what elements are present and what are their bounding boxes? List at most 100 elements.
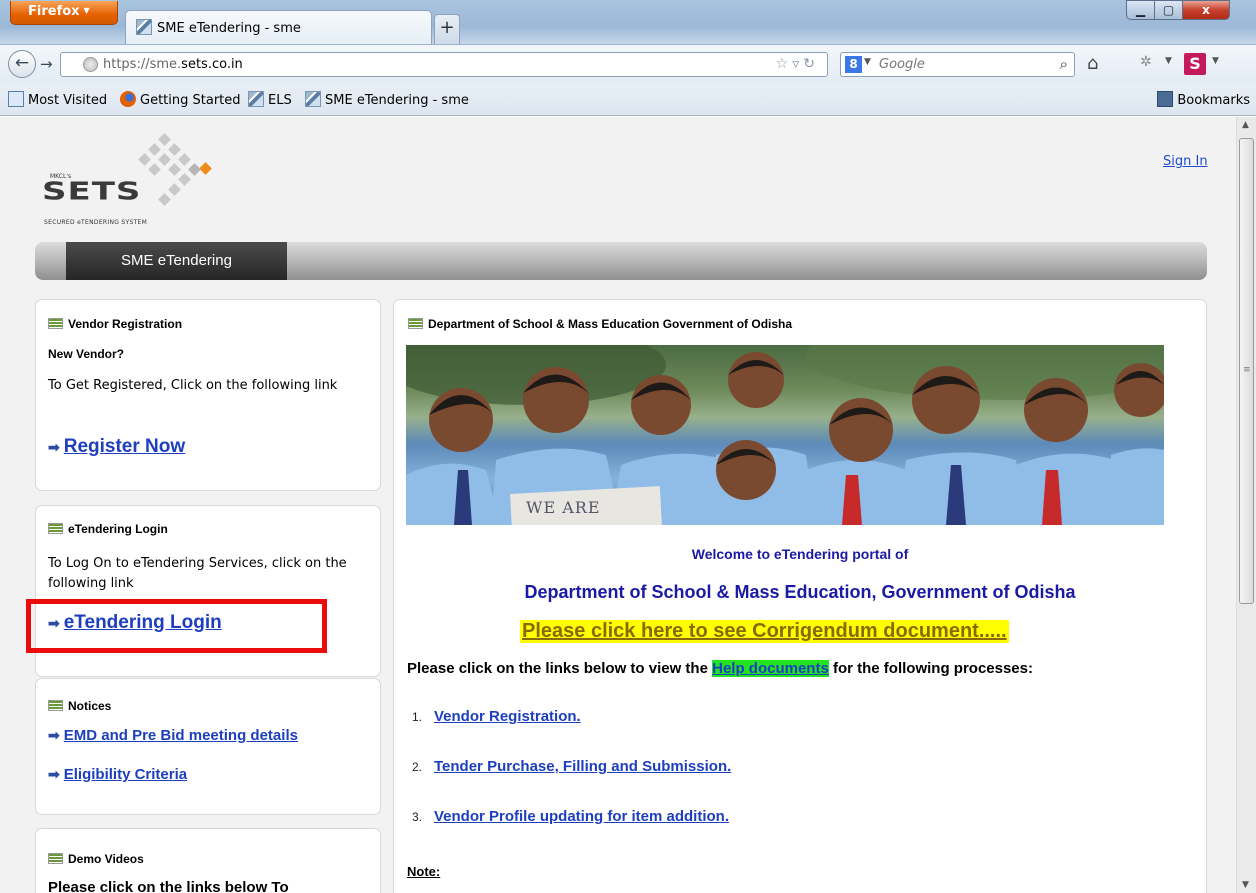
bookmark-label: Most Visited bbox=[28, 93, 108, 108]
eligibility-criteria-link[interactable]: ➡ Eligibility Criteria bbox=[48, 766, 187, 783]
page-favicon-icon bbox=[248, 91, 264, 107]
register-now-label: Register Now bbox=[63, 436, 186, 457]
help-documents-link[interactable]: Help documents bbox=[712, 660, 829, 677]
notices-panel: Notices ➡ EMD and Pre Bid meeting details… bbox=[35, 678, 381, 815]
back-arrow-icon[interactable]: ← bbox=[8, 50, 36, 78]
search-engine-dropdown-icon[interactable]: ▼ bbox=[864, 57, 871, 67]
welcome-line-1: Welcome to eTendering portal of bbox=[691, 546, 909, 562]
firefox-icon bbox=[120, 91, 136, 107]
bookmark-sme-etendering[interactable]: SME eTendering - sme bbox=[305, 91, 469, 108]
main-content-panel: Department of School & Mass Education Go… bbox=[393, 299, 1207, 893]
reload-icon[interactable]: ↻ bbox=[803, 56, 819, 72]
scroll-down-arrow-icon[interactable]: ▼ bbox=[1242, 880, 1249, 890]
logo-sets-text: SETS bbox=[42, 177, 142, 206]
list-number: 2. bbox=[412, 760, 423, 774]
url-text[interactable]: https://sme.sets.co.in bbox=[103, 57, 243, 72]
firefox-menu-button[interactable]: Firefox ▼ bbox=[10, 1, 118, 25]
note-label: Note: bbox=[407, 864, 441, 879]
notices-heading: Notices bbox=[48, 699, 111, 713]
maximize-button[interactable]: ▢ bbox=[1154, 0, 1183, 20]
help-instructions: Please click on the links below to view … bbox=[407, 660, 1033, 677]
url-prefix: https://sme. bbox=[103, 57, 182, 72]
bookmark-els[interactable]: ELS bbox=[248, 91, 292, 108]
most-visited-icon bbox=[8, 91, 24, 107]
star-bookmark-icon[interactable]: ☆ bbox=[776, 56, 793, 72]
grip-icon: ≡ bbox=[1243, 365, 1251, 375]
new-vendor-label: New Vendor? bbox=[48, 347, 125, 361]
site-nav-bar: SME eTendering bbox=[35, 242, 1207, 280]
navigation-toolbar: ← → https://sme.sets.co.in ☆▿↻ 8 ▼ Googl… bbox=[0, 44, 1256, 82]
addon-s-icon[interactable]: S bbox=[1184, 53, 1206, 75]
addon-puzzle-icon[interactable]: ✲ bbox=[1140, 54, 1152, 70]
vendor-registration-text: To Get Registered, Click on the followin… bbox=[48, 378, 338, 393]
list-number: 3. bbox=[412, 810, 423, 824]
search-engine-icon[interactable]: 8 bbox=[845, 56, 862, 73]
register-now-link[interactable]: ➡ Register Now bbox=[48, 436, 185, 458]
banner-sign-text: WE ARE bbox=[526, 498, 601, 517]
arrow-right-icon: ➡ bbox=[48, 727, 60, 743]
etendering-login-title: eTendering Login bbox=[68, 522, 168, 536]
chevron-down-icon[interactable]: ▼ bbox=[1212, 56, 1219, 66]
tender-purchase-help-link[interactable]: Tender Purchase, Filling and Submission. bbox=[434, 758, 731, 775]
list-number: 1. bbox=[412, 710, 423, 724]
department-heading: Department of School & Mass Education Go… bbox=[408, 317, 792, 331]
etendering-login-text: To Log On to eTendering Services, click … bbox=[48, 556, 347, 591]
vendor-profile-help-link[interactable]: Vendor Profile updating for item additio… bbox=[434, 808, 729, 825]
arrow-right-icon: ➡ bbox=[48, 439, 60, 455]
forward-arrow-icon[interactable]: → bbox=[40, 54, 60, 74]
minimize-button[interactable]: ▁ bbox=[1126, 0, 1155, 20]
panel-icon bbox=[48, 700, 63, 711]
address-bar[interactable]: https://sme.sets.co.in ☆▿↻ bbox=[60, 52, 828, 77]
site-identity-icon[interactable] bbox=[83, 57, 98, 72]
notices-title: Notices bbox=[68, 699, 112, 713]
etendering-login-heading: eTendering Login bbox=[48, 522, 168, 536]
close-window-button[interactable]: x bbox=[1182, 0, 1230, 20]
search-box[interactable]: 8 ▼ Google ⌕ bbox=[840, 52, 1075, 77]
help-instructions-prefix: Please click on the links below to view … bbox=[407, 660, 713, 677]
url-domain: sets.co.in bbox=[181, 57, 243, 72]
demo-videos-heading: Demo Videos bbox=[48, 852, 144, 866]
bookmark-label: Getting Started bbox=[140, 93, 241, 108]
page-favicon-icon bbox=[305, 91, 321, 107]
window-titlebar: Firefox ▼ SME eTendering - sme + ▁ ▢ x bbox=[0, 0, 1256, 44]
url-bar-icons: ☆▿↻ bbox=[776, 56, 819, 72]
vertical-scrollbar[interactable]: ▲ ≡ ▼ bbox=[1236, 117, 1256, 893]
bookmark-label: SME eTendering - sme bbox=[325, 93, 469, 108]
vendor-registration-heading: Vendor Registration bbox=[48, 317, 182, 331]
help-instructions-suffix: for the following processes: bbox=[828, 660, 1033, 677]
home-icon[interactable]: ⌂ bbox=[1087, 53, 1098, 74]
page-viewport: MKCL's SETS SECURED eTENDERING SYSTEM Si… bbox=[0, 117, 1236, 893]
emd-prebid-link[interactable]: ➡ EMD and Pre Bid meeting details bbox=[48, 727, 298, 744]
dropdown-arrow-icon[interactable]: ▿ bbox=[792, 56, 803, 72]
sign-in-link[interactable]: Sign In bbox=[1163, 154, 1208, 169]
panel-icon bbox=[48, 853, 63, 864]
scroll-up-arrow-icon[interactable]: ▲ bbox=[1242, 120, 1249, 130]
magnifier-icon[interactable]: ⌕ bbox=[1060, 55, 1068, 73]
browser-tab-active[interactable]: SME eTendering - sme bbox=[125, 10, 432, 44]
bookmarks-star-icon bbox=[1157, 91, 1174, 107]
arrow-right-icon: ➡ bbox=[48, 766, 60, 782]
new-tab-button[interactable]: + bbox=[434, 14, 460, 44]
demo-videos-text: Please click on the links below To bbox=[48, 879, 289, 893]
chevron-down-icon: ▼ bbox=[83, 6, 90, 15]
logo-tagline: SECURED eTENDERING SYSTEM bbox=[44, 219, 148, 226]
tab-title: SME eTendering - sme bbox=[157, 21, 301, 36]
scrollbar-thumb[interactable]: ≡ bbox=[1239, 138, 1254, 604]
students-banner-image: WE ARE bbox=[406, 345, 1164, 525]
firefox-menu-label: Firefox bbox=[28, 4, 80, 19]
login-highlight-box bbox=[26, 599, 327, 653]
bookmarks-menu-button[interactable]: Bookmarks bbox=[1157, 91, 1250, 108]
chevron-down-icon[interactable]: ▼ bbox=[1165, 56, 1172, 66]
bookmark-most-visited[interactable]: Most Visited bbox=[8, 91, 107, 108]
demo-videos-title: Demo Videos bbox=[68, 852, 144, 866]
vendor-registration-help-link[interactable]: Vendor Registration. bbox=[434, 708, 581, 725]
vendor-registration-panel: Vendor Registration New Vendor? To Get R… bbox=[35, 299, 381, 491]
demo-videos-panel: Demo Videos Please click on the links be… bbox=[35, 828, 381, 893]
bookmarks-toolbar: Most Visited Getting Started ELS SME eTe… bbox=[0, 82, 1256, 116]
help-list-item: 1. Vendor Registration. bbox=[412, 708, 581, 725]
page-favicon-icon bbox=[136, 19, 152, 35]
department-title: Department of School & Mass Education Go… bbox=[428, 317, 793, 331]
bookmark-getting-started[interactable]: Getting Started bbox=[120, 91, 241, 108]
corrigendum-link[interactable]: Please click here to see Corrigendum doc… bbox=[520, 620, 1009, 643]
tab-sme-etendering[interactable]: SME eTendering bbox=[66, 242, 287, 280]
